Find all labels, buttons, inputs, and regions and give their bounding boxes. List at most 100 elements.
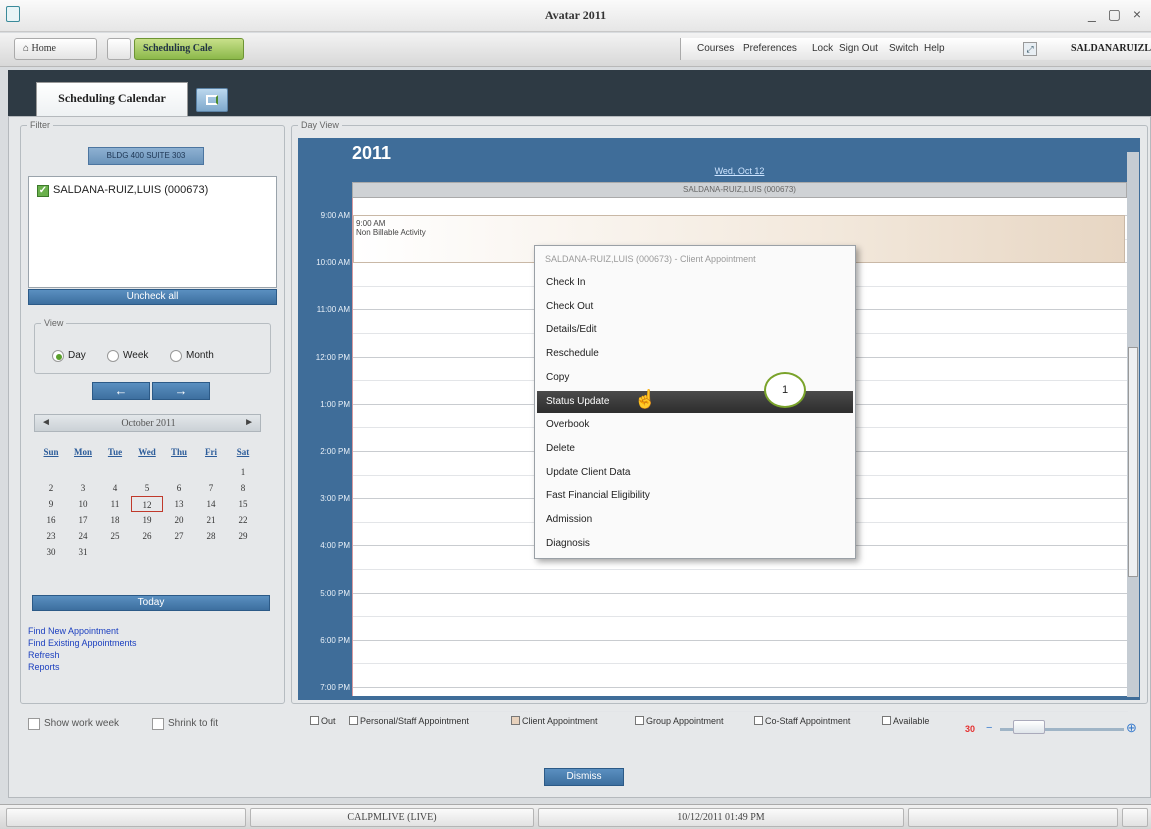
nav-link-help[interactable]: Help bbox=[924, 43, 945, 54]
window-title: Avatar 2011 bbox=[544, 8, 607, 22]
calendar-day[interactable]: 28 bbox=[195, 528, 227, 544]
nav-link-courses[interactable]: Courses bbox=[697, 43, 734, 54]
day-view-scrollbar[interactable] bbox=[1127, 152, 1139, 697]
calendar-day bbox=[163, 544, 195, 560]
calendar-day[interactable]: 30 bbox=[35, 544, 67, 560]
calendar-day[interactable]: 4 bbox=[99, 480, 131, 496]
legend-item-available[interactable]: Available bbox=[882, 716, 929, 726]
menu-item-details-edit[interactable]: Details/Edit bbox=[537, 319, 853, 341]
calendar-weekday-header: Sat bbox=[236, 447, 250, 457]
calendar-day[interactable]: 5 bbox=[131, 480, 163, 496]
tab-scheduling-calendar[interactable]: Scheduling Calendar bbox=[36, 82, 188, 116]
menu-item-delete[interactable]: Delete bbox=[537, 438, 853, 460]
legend-item-co-staff-appointment[interactable]: Co-Staff Appointment bbox=[754, 716, 850, 726]
calendar-day[interactable]: 31 bbox=[67, 544, 99, 560]
time-label: 10:00 AM bbox=[316, 258, 350, 268]
menu-item-check-out[interactable]: Check Out bbox=[537, 296, 853, 318]
building-button[interactable]: BLDG 400 SUITE 303 bbox=[88, 147, 204, 165]
calendar-day[interactable]: 23 bbox=[35, 528, 67, 544]
calendar-day[interactable]: 8 bbox=[227, 480, 259, 496]
window-controls[interactable]: _ ▢ × bbox=[1088, 6, 1145, 23]
dismiss-button[interactable]: Dismiss bbox=[544, 768, 624, 786]
expand-icon[interactable]: ⤢ bbox=[1023, 42, 1037, 56]
calendar-day[interactable]: 6 bbox=[163, 480, 195, 496]
calendar-day[interactable]: 17 bbox=[67, 512, 99, 528]
view-month-label: Month bbox=[186, 350, 214, 361]
calendar-day[interactable]: 27 bbox=[163, 528, 195, 544]
calendar-day[interactable]: 29 bbox=[227, 528, 259, 544]
zoom-out-icon[interactable]: − bbox=[986, 722, 992, 734]
calendar-day[interactable]: 24 bbox=[67, 528, 99, 544]
calendar-day[interactable]: 13 bbox=[163, 496, 195, 512]
calendar-day bbox=[131, 464, 163, 480]
blank-tab-button[interactable] bbox=[107, 38, 131, 60]
menu-item-fast-financial-eligibility[interactable]: Fast Financial Eligibility bbox=[537, 485, 853, 507]
scrollbar-thumb[interactable] bbox=[1128, 347, 1138, 577]
calendar-day bbox=[195, 544, 227, 560]
menu-item-diagnosis[interactable]: Diagnosis bbox=[537, 533, 853, 555]
scheduling-calendar-nav-tab[interactable]: Scheduling Cale bbox=[134, 38, 244, 60]
calendar-day[interactable]: 19 bbox=[131, 512, 163, 528]
prev-day-button[interactable]: ← bbox=[92, 382, 150, 400]
calendar-day[interactable]: 16 bbox=[35, 512, 67, 528]
home-button[interactable]: ⌂ Home bbox=[14, 38, 97, 60]
menu-item-check-in[interactable]: Check In bbox=[537, 272, 853, 294]
zoom-slider-handle[interactable] bbox=[1013, 720, 1045, 734]
uncheck-all-button[interactable]: Uncheck all bbox=[28, 289, 277, 305]
find-new-appointment-link[interactable]: Find New Appointment bbox=[28, 626, 119, 636]
calendar-day[interactable]: 14 bbox=[195, 496, 227, 512]
next-day-button[interactable]: → bbox=[152, 382, 210, 400]
next-month-icon[interactable]: ► bbox=[244, 417, 254, 428]
hour-gridline bbox=[353, 639, 1128, 641]
new-tab-icon[interactable] bbox=[196, 88, 228, 112]
calendar-day-selected[interactable]: 12 bbox=[131, 496, 163, 512]
appointment-title: Non Billable Activity bbox=[356, 228, 426, 237]
calendar-month-label: October 2011 bbox=[121, 418, 176, 429]
calendar-day bbox=[35, 464, 67, 480]
today-button[interactable]: Today bbox=[32, 595, 270, 611]
context-menu: SALDANA-RUIZ,LUIS (000673) - Client Appo… bbox=[534, 245, 856, 559]
menu-item-status-update[interactable]: Status Update bbox=[537, 390, 853, 413]
calendar-day[interactable]: 7 bbox=[195, 480, 227, 496]
appointment-time: 9:00 AM bbox=[356, 219, 386, 228]
nav-link-lock[interactable]: Lock bbox=[812, 43, 833, 54]
legend-item-personal-staff-appointment[interactable]: Personal/Staff Appointment bbox=[349, 716, 469, 726]
nav-link-switch[interactable]: Switch bbox=[889, 43, 918, 54]
find-existing-appointments-link[interactable]: Find Existing Appointments bbox=[28, 638, 137, 648]
calendar-day[interactable]: 20 bbox=[163, 512, 195, 528]
menu-item-reschedule[interactable]: Reschedule bbox=[537, 343, 853, 365]
time-label: 3:00 PM bbox=[320, 494, 350, 504]
calendar-day[interactable]: 9 bbox=[35, 496, 67, 512]
calendar-day[interactable]: 3 bbox=[67, 480, 99, 496]
refresh-link[interactable]: Refresh bbox=[28, 650, 60, 660]
calendar-weekday-header: Thu bbox=[170, 447, 187, 457]
nav-link-preferences[interactable]: Preferences bbox=[743, 43, 797, 54]
time-label: 4:00 PM bbox=[320, 541, 350, 551]
zoom-in-icon[interactable]: ⊕ bbox=[1126, 720, 1137, 736]
calendar-day[interactable]: 2 bbox=[35, 480, 67, 496]
calendar-day[interactable]: 1 bbox=[227, 464, 259, 480]
menu-item-overbook[interactable]: Overbook bbox=[537, 414, 853, 436]
legend-checkbox bbox=[882, 716, 891, 725]
menu-item-admission[interactable]: Admission bbox=[537, 509, 853, 531]
legend-item-client-appointment[interactable]: Client Appointment bbox=[511, 716, 598, 726]
calendar-day bbox=[227, 544, 259, 560]
calendar-day[interactable]: 22 bbox=[227, 512, 259, 528]
calendar-day[interactable]: 15 bbox=[227, 496, 259, 512]
day-view-legend: Day View bbox=[301, 120, 339, 130]
calendar-day[interactable]: 26 bbox=[131, 528, 163, 544]
calendar-day[interactable]: 10 bbox=[67, 496, 99, 512]
nav-link-sign-out[interactable]: Sign Out bbox=[839, 43, 878, 54]
menu-item-update-client-data[interactable]: Update Client Data bbox=[537, 462, 853, 484]
calendar-day[interactable]: 21 bbox=[195, 512, 227, 528]
reports-link[interactable]: Reports bbox=[28, 662, 60, 672]
calendar-day[interactable]: 25 bbox=[99, 528, 131, 544]
day-view-date-link[interactable]: Wed, Oct 12 bbox=[352, 166, 1127, 176]
staff-checkbox[interactable]: ✓ bbox=[37, 185, 49, 197]
legend-item-group-appointment[interactable]: Group Appointment bbox=[635, 716, 724, 726]
time-label: 12:00 PM bbox=[315, 352, 350, 362]
radio-dot bbox=[52, 350, 64, 362]
calendar-day[interactable]: 11 bbox=[99, 496, 131, 512]
legend-item-out[interactable]: Out bbox=[310, 716, 336, 726]
calendar-day[interactable]: 18 bbox=[99, 512, 131, 528]
